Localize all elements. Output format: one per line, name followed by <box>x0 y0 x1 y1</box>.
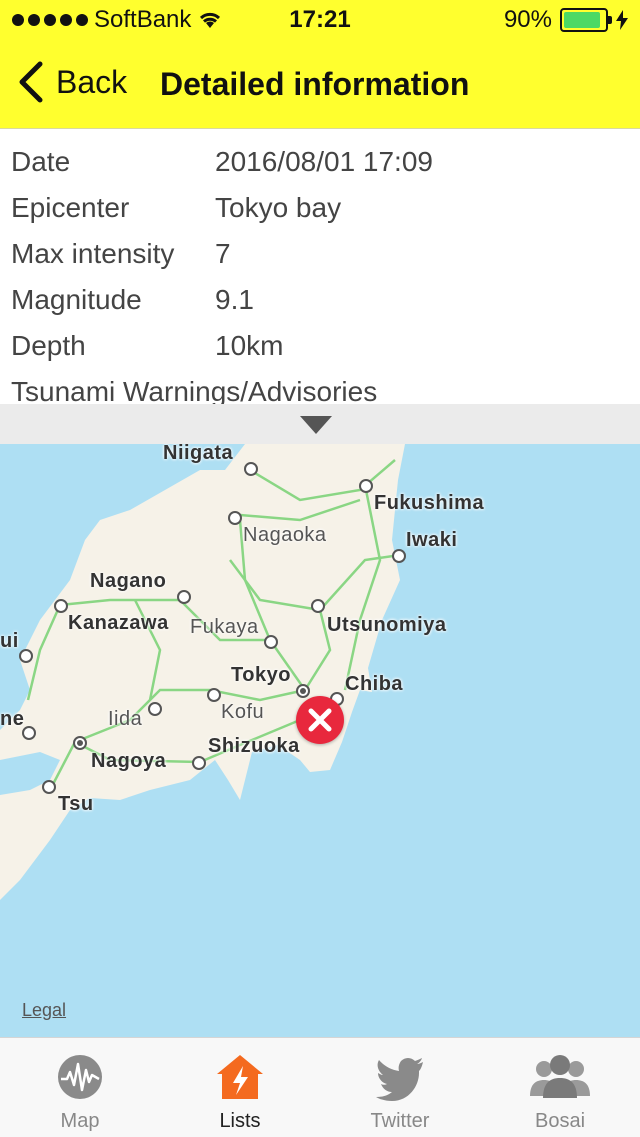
back-button[interactable]: Back <box>16 60 127 104</box>
detail-row-epicenter: Epicenter Tokyo bay <box>0 184 640 230</box>
tab-label: Lists <box>219 1110 261 1132</box>
tab-twitter[interactable]: Twitter <box>320 1038 480 1137</box>
map-label-nagoya: Nagoya <box>91 750 167 772</box>
detail-row-max-intensity: Max intensity 7 <box>0 230 640 276</box>
detail-value: Tokyo bay <box>215 192 342 223</box>
detail-label: Epicenter <box>11 192 130 223</box>
map-label-tsu: Tsu <box>58 793 94 815</box>
tab-map[interactable]: Map <box>0 1038 160 1137</box>
detail-value: 2016/08/01 17:09 <box>215 146 433 177</box>
detail-label: Max intensity <box>11 238 175 269</box>
twitter-bird-icon <box>376 1058 423 1101</box>
map-legal-link[interactable]: Legal <box>22 1000 66 1021</box>
charging-icon <box>616 10 628 30</box>
map-label-tokyo: Tokyo <box>231 664 291 686</box>
tab-bosai[interactable]: Bosai <box>480 1038 640 1137</box>
tab-lists[interactable]: Lists <box>160 1038 320 1137</box>
battery-icon <box>560 8 612 32</box>
navigation-bar: Back Detailed information <box>0 40 640 128</box>
wave-icon <box>58 1055 102 1099</box>
detail-label: Depth <box>11 330 86 361</box>
back-label: Back <box>56 63 128 100</box>
detail-value: 10km <box>215 330 284 361</box>
detail-row-depth: Depth 10km <box>0 322 640 368</box>
map-label-fukaya: Fukaya <box>190 616 259 638</box>
map-label-kanazawa: Kanazawa <box>68 612 169 634</box>
page-title: Detailed information <box>160 66 470 102</box>
map-label-nagano: Nagano <box>90 570 167 592</box>
epicenter-marker-icon[interactable] <box>296 696 344 744</box>
map-label-chiba: Chiba <box>345 673 404 695</box>
status-bar: SoftBank 17:21 90% <box>0 0 640 40</box>
people-icon <box>530 1055 590 1098</box>
map-label-partial-2: ne <box>0 708 25 730</box>
expand-drawer-handle[interactable] <box>0 404 640 444</box>
detail-row-magnitude: Magnitude 9.1 <box>0 276 640 322</box>
map-label-partial-1: ui <box>0 630 19 652</box>
close-x-icon <box>308 708 332 732</box>
detail-row-date: Date 2016/08/01 17:09 <box>0 138 640 184</box>
detail-value: 7 <box>215 238 231 269</box>
tab-label: Twitter <box>370 1110 430 1132</box>
map-label-iida: Iida <box>108 708 143 730</box>
map-label-iwaki: Iwaki <box>406 529 458 551</box>
map-label-utsunomiya: Utsunomiya <box>327 614 447 636</box>
map-label-niigata: Niigata <box>163 444 234 464</box>
house-alert-icon <box>217 1055 263 1099</box>
battery-percent: 90% <box>503 6 552 33</box>
tab-label: Bosai <box>534 1110 586 1132</box>
detail-label: Magnitude <box>11 284 142 315</box>
tab-label: Map <box>60 1110 100 1132</box>
detail-list: Date 2016/08/01 17:09 Epicenter Tokyo ba… <box>0 130 640 407</box>
map-label-shizuoka: Shizuoka <box>208 735 300 757</box>
map-label-fukushima: Fukushima <box>374 492 485 514</box>
tab-bar: Map Lists Twitter Bosai <box>0 1037 640 1137</box>
detail-label: Date <box>11 146 71 177</box>
detail-value: 9.1 <box>215 284 254 315</box>
map-label-kofu: Kofu <box>221 701 265 723</box>
map-label-nagaoka: Nagaoka <box>243 524 327 546</box>
status-right: 90% <box>504 6 628 34</box>
chevron-left-icon <box>19 61 43 103</box>
header: SoftBank 17:21 90% Back Detailed informa… <box>0 0 640 129</box>
triangle-down-icon <box>300 416 332 434</box>
